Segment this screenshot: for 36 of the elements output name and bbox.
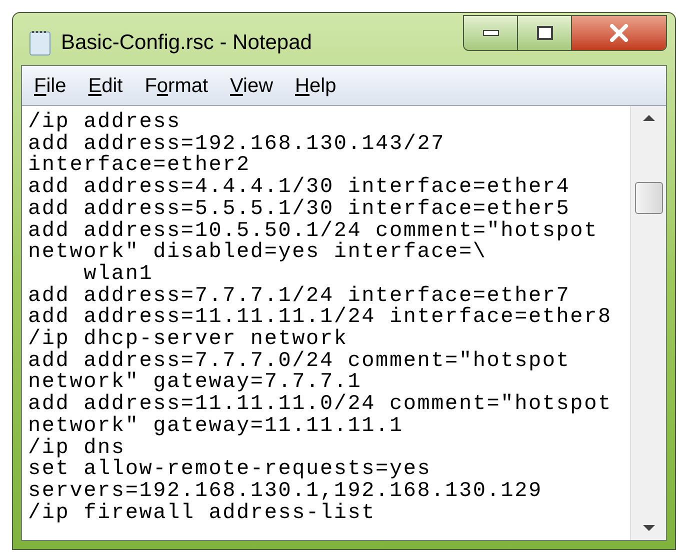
code-line: network" gateway=11.11.11.1 [28, 416, 404, 438]
menu-item[interactable]: Format [136, 70, 216, 100]
close-icon [609, 24, 629, 42]
scrollbar-thumb[interactable] [634, 182, 662, 214]
notepad-icon [29, 30, 51, 56]
code-line: set allow-remote-requests=yes [28, 459, 432, 481]
menu-item[interactable]: File [26, 70, 74, 100]
code-line: wlan1 [82, 264, 154, 286]
code-line: servers=192.168.130.1,192.168.130.129 [28, 480, 542, 503]
code-line: add address=10.5.50.1/24 comment="hotspot [28, 220, 598, 242]
code-line: add address=11.11.11.0/24 comment="hotspot [28, 394, 612, 416]
code-line: add address=7.7.7.1/24 interface=ether7 [28, 286, 570, 308]
menu-item[interactable]: Help [287, 70, 344, 100]
scroll-down-icon[interactable] [642, 524, 656, 532]
code-line: add address=4.4.4.1/30 interface=ether4 [28, 177, 570, 199]
scroll-up-icon[interactable] [642, 114, 656, 122]
maximize-button[interactable] [518, 16, 572, 50]
window-title: Basic-Config.rsc - Notepad [61, 30, 312, 56]
code-line: /ip address [28, 112, 181, 134]
vertical-scrollbar[interactable] [630, 106, 666, 540]
minimize-button[interactable] [464, 16, 518, 50]
maximize-icon [536, 26, 552, 40]
code-line: interface=ether2 [28, 155, 250, 178]
code-line: add address=192.168.130.143/27 [28, 134, 446, 156]
code-line: /ip firewall address-list [28, 502, 376, 524]
minimize-icon [482, 30, 498, 36]
code-line: add address=5.5.5.1/30 interface=ether5 [28, 198, 570, 221]
menu-item[interactable]: Edit [80, 70, 131, 100]
code-line: /ip dns [28, 438, 126, 460]
menu-item[interactable]: View [222, 70, 282, 100]
code-line: network" disabled=yes interface=\ [28, 242, 487, 264]
code-line: network" gateway=7.7.7.1 [28, 372, 362, 394]
code-line: /ip dhcp-server network [28, 329, 348, 351]
code-line: add address=11.11.11.1/24 interface=ether8 [28, 307, 612, 330]
close-button[interactable] [572, 16, 666, 50]
code-line: add address=7.7.7.0/24 comment="hotspot [28, 350, 570, 372]
